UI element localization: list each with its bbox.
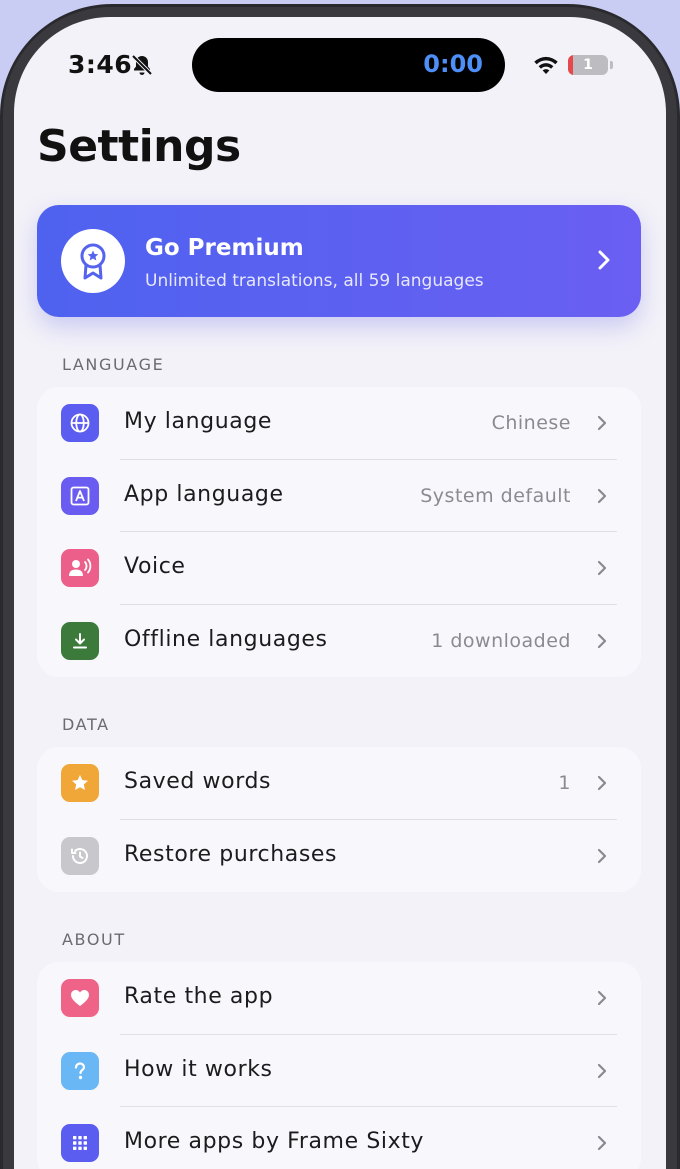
chevron-right-icon [597,488,607,503]
row-rate-the-app[interactable]: Rate the app [37,962,641,1035]
chevron-right-icon [597,848,607,863]
section-header-language: LANGUAGE [62,355,165,374]
row-app-language[interactable]: App language System default [37,460,641,532]
row-label: How it works [124,1056,273,1082]
premium-title: Go Premium [145,235,304,261]
row-label: More apps by Frame Sixty [124,1129,425,1154]
chevron-right-icon [597,560,607,576]
row-restore-purchases[interactable]: Restore purchases [37,820,641,893]
row-how-it-works[interactable]: How it works [37,1035,641,1107]
section-header-about: ABOUT [62,930,126,949]
row-label: Rate the app [124,984,274,1009]
chevron-right-icon [597,1063,607,1078]
row-value: Chinese [491,412,571,434]
battery-indicator: 1 [568,55,608,75]
row-value: System default [420,484,571,507]
premium-subtitle: Unlimited translations, all 59 languages [145,271,484,291]
row-label: Restore purchases [124,841,338,867]
question-icon [61,1051,99,1090]
dynamic-island[interactable]: 0:00 [192,38,505,92]
wifi-icon [534,56,558,74]
about-group: Rate the app How it works More apps by F… [37,962,641,1169]
download-icon [61,621,99,660]
row-more-apps[interactable]: More apps by Frame Sixty [37,1107,641,1169]
language-group: My language Chinese App language System … [37,387,641,677]
row-voice[interactable]: Voice [37,532,641,605]
island-timer: 0:00 [423,50,483,78]
chevron-right-icon [597,415,607,431]
star-icon [61,764,99,802]
go-premium-card[interactable]: Go Premium Unlimited translations, all 5… [37,205,641,317]
chevron-right-icon [597,990,607,1006]
row-label: Voice [124,554,186,579]
letter-a-icon [61,476,99,515]
row-label: Saved words [124,769,272,794]
battery-level: 1 [583,57,593,73]
speaking-person-icon [61,549,99,587]
row-saved-words[interactable]: Saved words 1 [37,747,641,820]
chevron-right-icon [597,633,607,648]
chevron-right-icon [598,250,610,270]
history-icon [61,836,99,875]
row-label: Offline languages [124,626,328,652]
grid-icon [61,1124,99,1162]
bell-slash-icon [131,54,153,76]
row-label: App language [124,481,284,507]
chevron-right-icon [597,775,607,791]
screen: 3:46 0:00 1 Settings Go Premium Unlimite… [14,17,666,1169]
chevron-right-icon [597,1135,607,1151]
battery-cap [610,61,613,69]
premium-badge-icon [61,229,125,293]
row-label: My language [124,409,273,434]
section-header-data: DATA [62,715,110,734]
battery-fill [568,55,573,75]
status-time: 3:46 [68,50,133,79]
row-my-language[interactable]: My language Chinese [37,387,641,460]
heart-icon [61,979,99,1017]
row-value: 1 downloaded [431,629,571,652]
globe-icon [61,404,99,442]
data-group: Saved words 1 Restore purchases [37,747,641,892]
row-offline-languages[interactable]: Offline languages 1 downloaded [37,605,641,678]
row-value: 1 [558,772,571,794]
page-title: Settings [37,121,241,172]
